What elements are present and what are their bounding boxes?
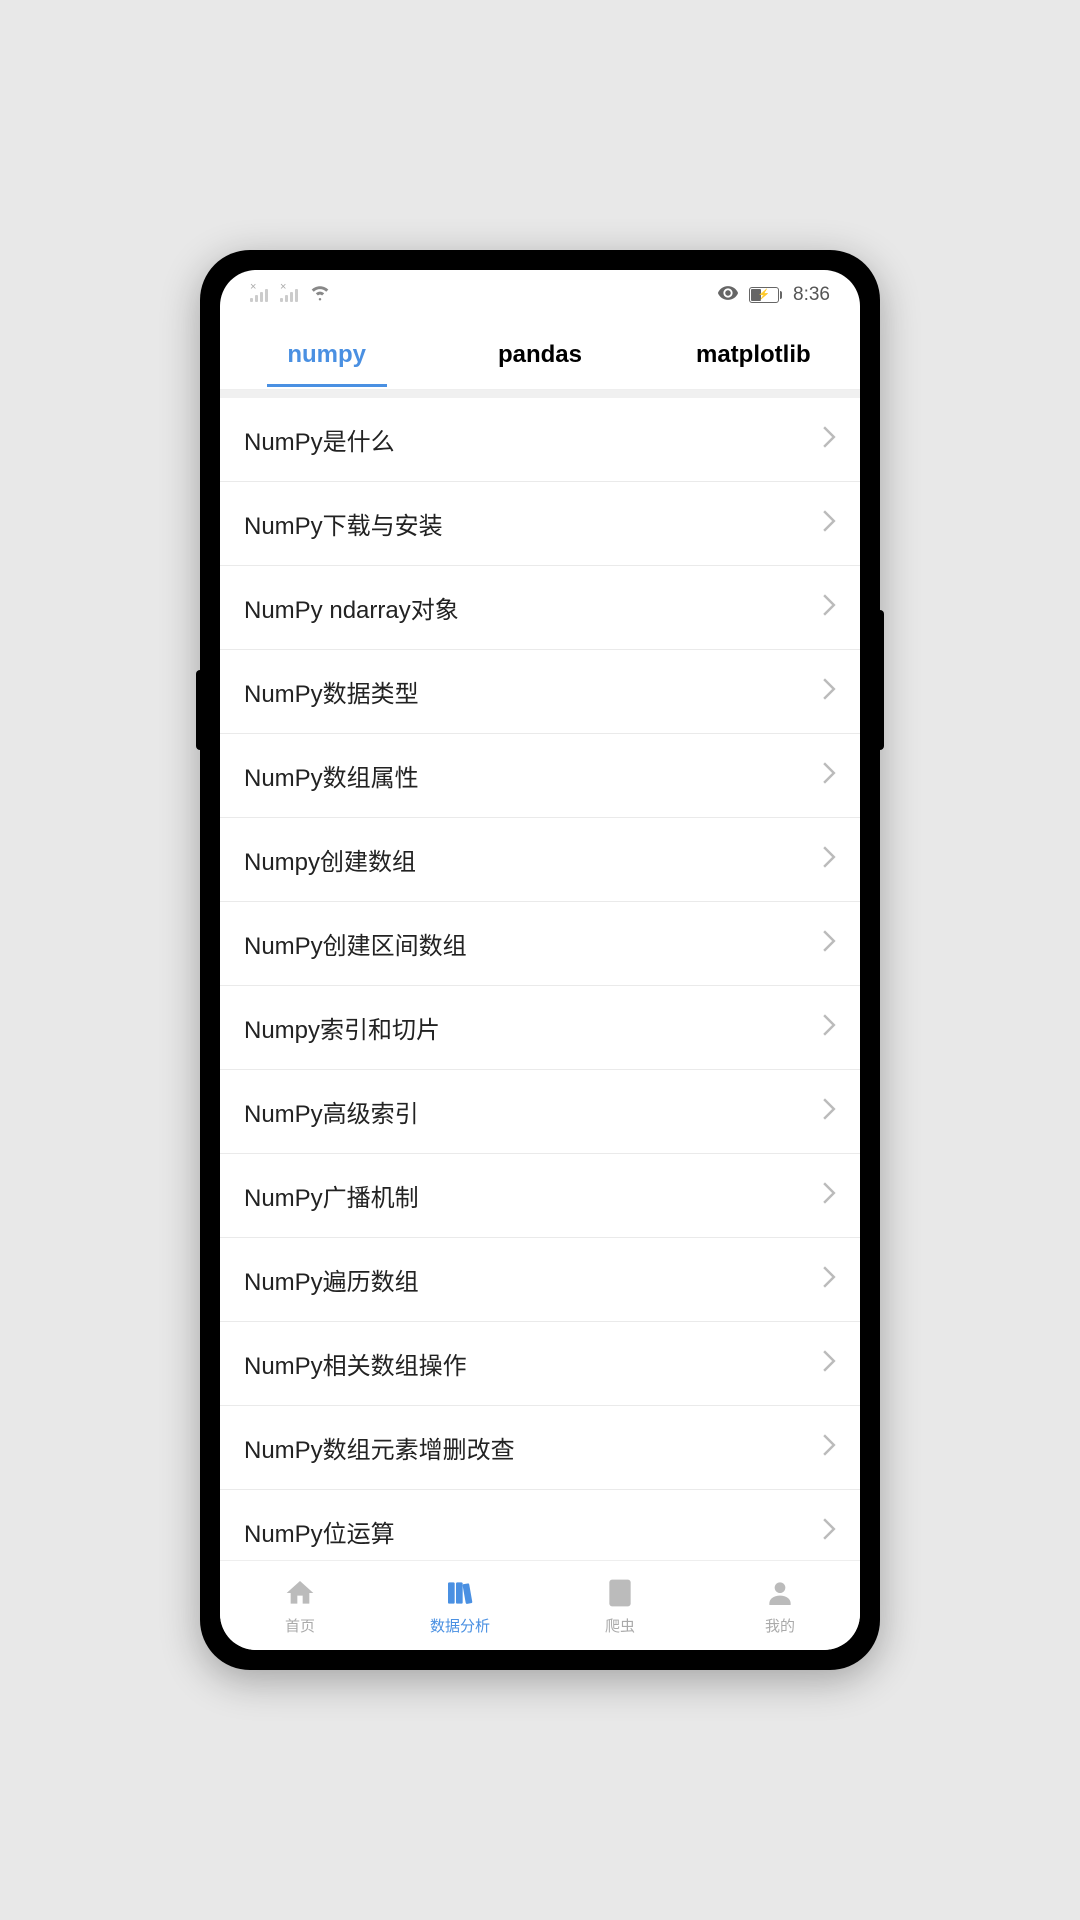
- books-icon: [442, 1575, 478, 1611]
- status-left: × ×: [250, 283, 330, 308]
- signal-1-icon: ×: [250, 289, 268, 302]
- wifi-icon: [310, 283, 330, 308]
- list-item-title: Numpy索引和切片: [244, 1010, 440, 1045]
- chevron-right-icon: [822, 1266, 836, 1294]
- signal-2-icon: ×: [280, 289, 298, 302]
- list-item-title: NumPy相关数组操作: [244, 1346, 467, 1381]
- chevron-right-icon: [822, 510, 836, 538]
- list-item[interactable]: NumPy创建区间数组: [220, 902, 860, 986]
- list-item-title: NumPy高级索引: [244, 1094, 419, 1129]
- tab-numpy[interactable]: numpy: [220, 323, 433, 387]
- list-item-title: NumPy下载与安装: [244, 506, 443, 541]
- nav-label: 爬虫: [605, 1615, 635, 1636]
- list-spacer: [220, 390, 860, 398]
- list-item[interactable]: NumPy相关数组操作: [220, 1322, 860, 1406]
- chevron-right-icon: [822, 678, 836, 706]
- status-right: ⚡ 8:36: [717, 282, 830, 309]
- nav-profile[interactable]: 我的: [700, 1561, 860, 1650]
- list-item-title: NumPy创建区间数组: [244, 926, 467, 961]
- user-icon: [762, 1575, 798, 1611]
- tab-label: numpy: [287, 341, 366, 368]
- status-time: 8:36: [793, 284, 830, 306]
- content-list[interactable]: NumPy是什么 NumPy下载与安装 NumPy ndarray对象 NumPy数据…: [220, 390, 860, 1560]
- list-item-title: Numpy创建数组: [244, 842, 416, 877]
- nav-crawler[interactable]: 爬虫: [540, 1561, 700, 1650]
- eye-icon: [717, 282, 739, 309]
- tab-pandas[interactable]: pandas: [433, 323, 646, 387]
- list-item[interactable]: NumPy广播机制: [220, 1154, 860, 1238]
- nav-label: 我的: [765, 1615, 795, 1636]
- list-item-title: NumPy ndarray对象: [244, 590, 459, 625]
- list-item[interactable]: NumPy ndarray对象: [220, 566, 860, 650]
- list-item[interactable]: NumPy高级索引: [220, 1070, 860, 1154]
- chevron-right-icon: [822, 1014, 836, 1042]
- list-item-title: NumPy是什么: [244, 422, 395, 457]
- chevron-right-icon: [822, 594, 836, 622]
- nav-label: 首页: [285, 1615, 315, 1636]
- status-bar: × ×: [220, 270, 860, 320]
- chevron-right-icon: [822, 1350, 836, 1378]
- list-item-title: NumPy位运算: [244, 1514, 395, 1549]
- list-item[interactable]: NumPy数组元素增删改查: [220, 1406, 860, 1490]
- list-item-title: NumPy广播机制: [244, 1178, 419, 1213]
- list-item[interactable]: NumPy是什么: [220, 398, 860, 482]
- list-item[interactable]: NumPy数据类型: [220, 650, 860, 734]
- home-icon: [282, 1575, 318, 1611]
- screen: × ×: [220, 270, 860, 1650]
- list-item-title: NumPy遍历数组: [244, 1262, 419, 1297]
- nav-home[interactable]: 首页: [220, 1561, 380, 1650]
- tab-label: matplotlib: [696, 341, 811, 368]
- list-item[interactable]: NumPy数组属性: [220, 734, 860, 818]
- chevron-right-icon: [822, 930, 836, 958]
- chevron-right-icon: [822, 1098, 836, 1126]
- list-item[interactable]: Numpy索引和切片: [220, 986, 860, 1070]
- battery-icon: ⚡: [749, 287, 779, 303]
- list-item-title: NumPy数据类型: [244, 674, 419, 709]
- doc-icon: [602, 1575, 638, 1611]
- nav-label: 数据分析: [430, 1615, 490, 1636]
- phone-frame: × ×: [200, 250, 880, 1670]
- list-item-title: NumPy数组属性: [244, 758, 419, 793]
- chevron-right-icon: [822, 1182, 836, 1210]
- nav-data-analysis[interactable]: 数据分析: [380, 1561, 540, 1650]
- chevron-right-icon: [822, 1518, 836, 1546]
- tab-label: pandas: [498, 341, 582, 368]
- list-item[interactable]: NumPy位运算: [220, 1490, 860, 1560]
- list-item-title: NumPy数组元素增删改查: [244, 1430, 515, 1465]
- chevron-right-icon: [822, 762, 836, 790]
- list-item[interactable]: NumPy下载与安装: [220, 482, 860, 566]
- chevron-right-icon: [822, 1434, 836, 1462]
- list-item[interactable]: Numpy创建数组: [220, 818, 860, 902]
- top-tabs: numpy pandas matplotlib: [220, 320, 860, 390]
- list-item[interactable]: NumPy遍历数组: [220, 1238, 860, 1322]
- bottom-nav: 首页 数据分析 爬虫 我的: [220, 1560, 860, 1650]
- chevron-right-icon: [822, 846, 836, 874]
- chevron-right-icon: [822, 426, 836, 454]
- tab-matplotlib[interactable]: matplotlib: [647, 323, 860, 387]
